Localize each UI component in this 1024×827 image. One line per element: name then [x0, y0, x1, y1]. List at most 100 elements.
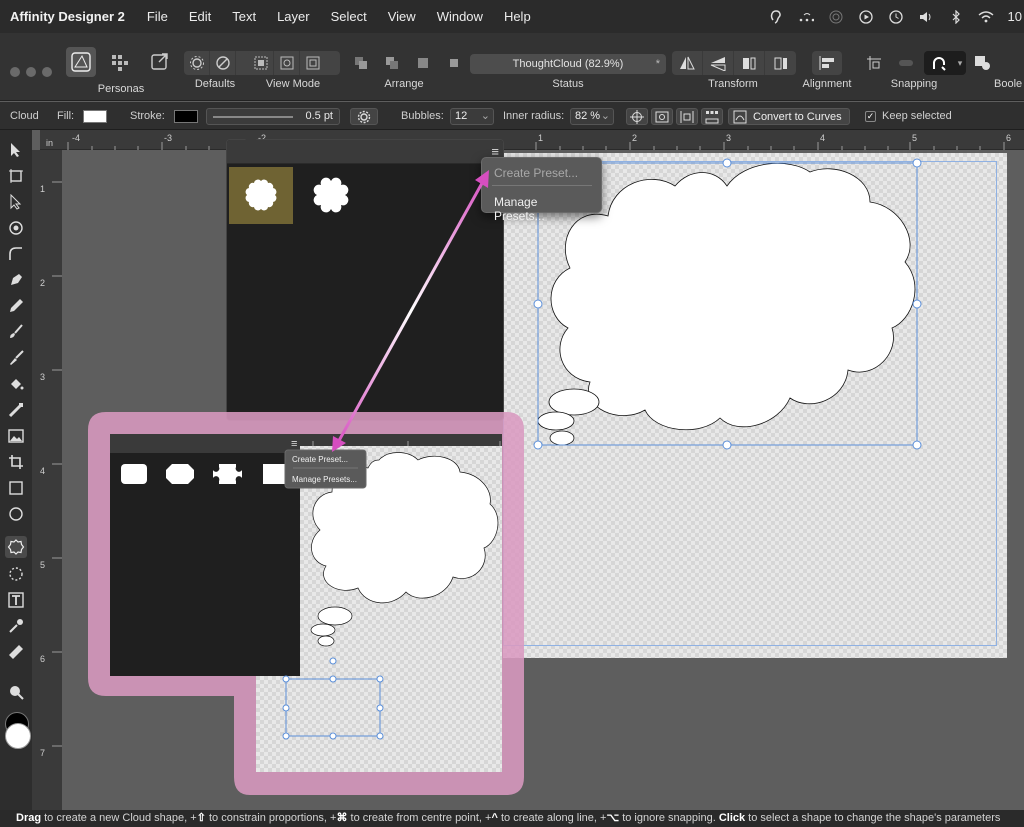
minimize-window-button[interactable] [26, 67, 36, 77]
hint-text: to create from centre point, + [347, 812, 492, 824]
volume-icon[interactable] [918, 9, 934, 25]
measure-tool[interactable] [6, 642, 26, 662]
text-tool[interactable] [6, 590, 26, 610]
designer-persona-button[interactable] [66, 47, 96, 77]
convert-to-curves-label: Convert to Curves [753, 110, 842, 123]
shape-tool-cloud[interactable] [5, 536, 27, 558]
snapping-toggle-button[interactable]: ▾ [924, 51, 966, 75]
flip-horizontal-button[interactable] [672, 51, 703, 75]
artboard-tool[interactable] [6, 166, 26, 186]
menu-window[interactable]: Window [437, 9, 483, 24]
rotate-left-button[interactable] [734, 51, 765, 75]
transform-label: Transform [708, 78, 758, 90]
export-persona-button[interactable] [150, 51, 172, 73]
pen-tool[interactable] [6, 270, 26, 290]
vector-brush-tool[interactable] [6, 322, 26, 342]
fit-button[interactable] [651, 108, 673, 125]
revert-defaults-button[interactable] [210, 51, 236, 75]
menu-view[interactable]: View [388, 9, 416, 24]
rectangle-tool[interactable] [6, 478, 26, 498]
window-controls[interactable] [10, 66, 58, 80]
crop-tool[interactable] [6, 452, 26, 472]
snapping-options-button[interactable] [862, 51, 890, 75]
color-picker-tool[interactable] [6, 616, 26, 636]
fill-color-well[interactable] [5, 723, 31, 749]
zoom-window-button[interactable] [42, 67, 52, 77]
chevron-down-icon[interactable]: ▾ [954, 51, 966, 75]
preset-cloud-12-selected[interactable] [229, 167, 293, 224]
menu-help[interactable]: Help [504, 9, 531, 24]
node-tool[interactable] [6, 192, 26, 212]
keep-selected-checkbox[interactable]: ✓ [865, 111, 876, 122]
view-mode-pixel-button[interactable] [248, 51, 274, 75]
bubbles-field[interactable]: 12 ⌄ [450, 108, 494, 125]
move-tool[interactable] [6, 140, 26, 160]
chevron-down-icon[interactable]: ⌄ [481, 109, 490, 124]
control-dots-icon[interactable] [798, 9, 814, 25]
zoom-tool[interactable] [6, 682, 26, 702]
move-back-button[interactable] [348, 51, 373, 75]
paint-brush-tool[interactable] [6, 348, 26, 368]
move-forward-button[interactable] [410, 51, 435, 75]
move-front-button[interactable] [441, 51, 466, 75]
ruler-tick: 4 [40, 466, 46, 476]
ruler-tick: 3 [40, 372, 46, 382]
wifi-icon[interactable] [978, 9, 994, 25]
ruler-icon [9, 645, 23, 659]
snap-mode-icon [899, 60, 913, 66]
place-image-tool[interactable] [6, 426, 26, 446]
view-mode-outline-button[interactable] [300, 51, 326, 75]
menu-text[interactable]: Text [232, 9, 256, 24]
menu-edit[interactable]: Edit [189, 9, 211, 24]
sync-defaults-button[interactable] [184, 51, 210, 75]
inner-radius-field[interactable]: 82 % ⌄ [570, 108, 614, 125]
bluetooth-icon[interactable] [948, 9, 964, 25]
move-backward-button[interactable] [379, 51, 404, 75]
corner-tool[interactable] [6, 244, 26, 264]
stroke-swatch[interactable] [174, 110, 198, 123]
close-window-button[interactable] [10, 67, 20, 77]
grid-align-button[interactable] [701, 108, 723, 125]
distribute-button[interactable] [676, 108, 698, 125]
flip-vertical-button[interactable] [703, 51, 734, 75]
play-icon[interactable] [858, 9, 874, 25]
menu-layer[interactable]: Layer [277, 9, 310, 24]
gear-icon [357, 110, 371, 123]
pixel-persona-button[interactable] [110, 53, 132, 73]
transform-origin-button[interactable] [626, 108, 648, 125]
ruler-tick: 2 [40, 278, 46, 288]
ellipse-tool[interactable] [6, 504, 26, 524]
menu-file[interactable]: File [147, 9, 168, 24]
view-mode-retina-button[interactable] [274, 51, 300, 75]
boolean-add-button[interactable] [970, 51, 998, 75]
stroke-width-slider[interactable]: 0.5 pt [206, 108, 340, 125]
tools-panel [0, 130, 32, 810]
hearing-icon[interactable] [768, 9, 784, 25]
double-headed-arrow [332, 170, 489, 452]
contour-tool[interactable] [6, 218, 26, 238]
hint-text: to constrain proportions, + [205, 812, 337, 824]
rotate-right-button[interactable] [765, 51, 796, 75]
revert-icon [215, 56, 230, 70]
transparency-tool[interactable] [6, 400, 26, 420]
airdrop-icon[interactable] [828, 9, 844, 25]
snapping-extra-button[interactable] [896, 51, 916, 75]
arrange-label: Arrange [384, 78, 424, 90]
magnet-icon [933, 57, 946, 71]
menu-select[interactable]: Select [331, 9, 367, 24]
pencil-tool[interactable] [6, 296, 26, 316]
document-status-field[interactable]: ThoughtCloud (82.9%) * [470, 54, 666, 74]
fill-swatch[interactable] [83, 110, 107, 123]
hint-text: to create along line, + [497, 812, 607, 824]
fill-tool[interactable] [6, 374, 26, 394]
shape-settings-button[interactable] [350, 108, 378, 125]
clock[interactable]: 10 [1008, 9, 1022, 24]
chevron-down-icon[interactable]: ⌄ [601, 109, 610, 124]
frame-text-tool[interactable] [6, 564, 26, 584]
app-menu[interactable]: Affinity Designer 2 [10, 9, 125, 24]
curves-icon [733, 110, 747, 123]
convert-to-curves-button[interactable]: Convert to Curves [728, 108, 850, 125]
time-machine-icon[interactable] [888, 9, 904, 25]
alignment-button[interactable] [812, 51, 842, 75]
export-icon [151, 53, 168, 70]
